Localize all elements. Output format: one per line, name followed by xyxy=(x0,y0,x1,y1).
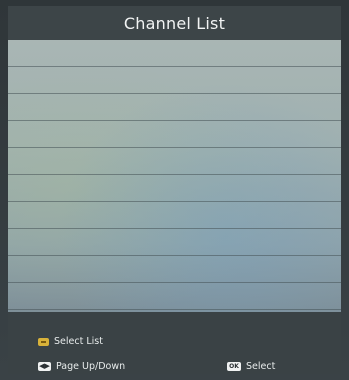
page-up-down-label: Page Up/Down xyxy=(56,361,126,372)
list-item[interactable] xyxy=(8,148,341,175)
channel-list-screen: Channel List Select List ◀▶ Page Up/Down… xyxy=(0,0,349,380)
list-item[interactable] xyxy=(8,40,341,67)
list-item[interactable] xyxy=(8,202,341,229)
footer-hints: Select List ◀▶ Page Up/Down OK Select xyxy=(8,312,341,374)
page-up-down-hint[interactable]: ◀▶ Page Up/Down xyxy=(38,361,125,372)
page-title: Channel List xyxy=(123,13,226,33)
channel-list[interactable] xyxy=(8,40,341,312)
list-item[interactable] xyxy=(8,175,341,202)
select-list-label: Select List xyxy=(54,336,103,347)
ok-key-icon: OK xyxy=(227,362,241,371)
select-list-hint[interactable]: Select List xyxy=(38,336,103,347)
list-item[interactable] xyxy=(8,229,341,256)
list-item[interactable] xyxy=(8,256,341,283)
left-right-arrow-key-icon: ◀▶ xyxy=(38,362,51,371)
yellow-key-icon xyxy=(38,337,49,346)
list-item[interactable] xyxy=(8,121,341,148)
list-item[interactable] xyxy=(8,283,341,310)
select-hint[interactable]: OK Select xyxy=(227,361,275,372)
list-item[interactable] xyxy=(8,94,341,121)
header-bar: Channel List xyxy=(8,6,341,40)
select-label: Select xyxy=(246,361,276,372)
list-item[interactable] xyxy=(8,67,341,94)
